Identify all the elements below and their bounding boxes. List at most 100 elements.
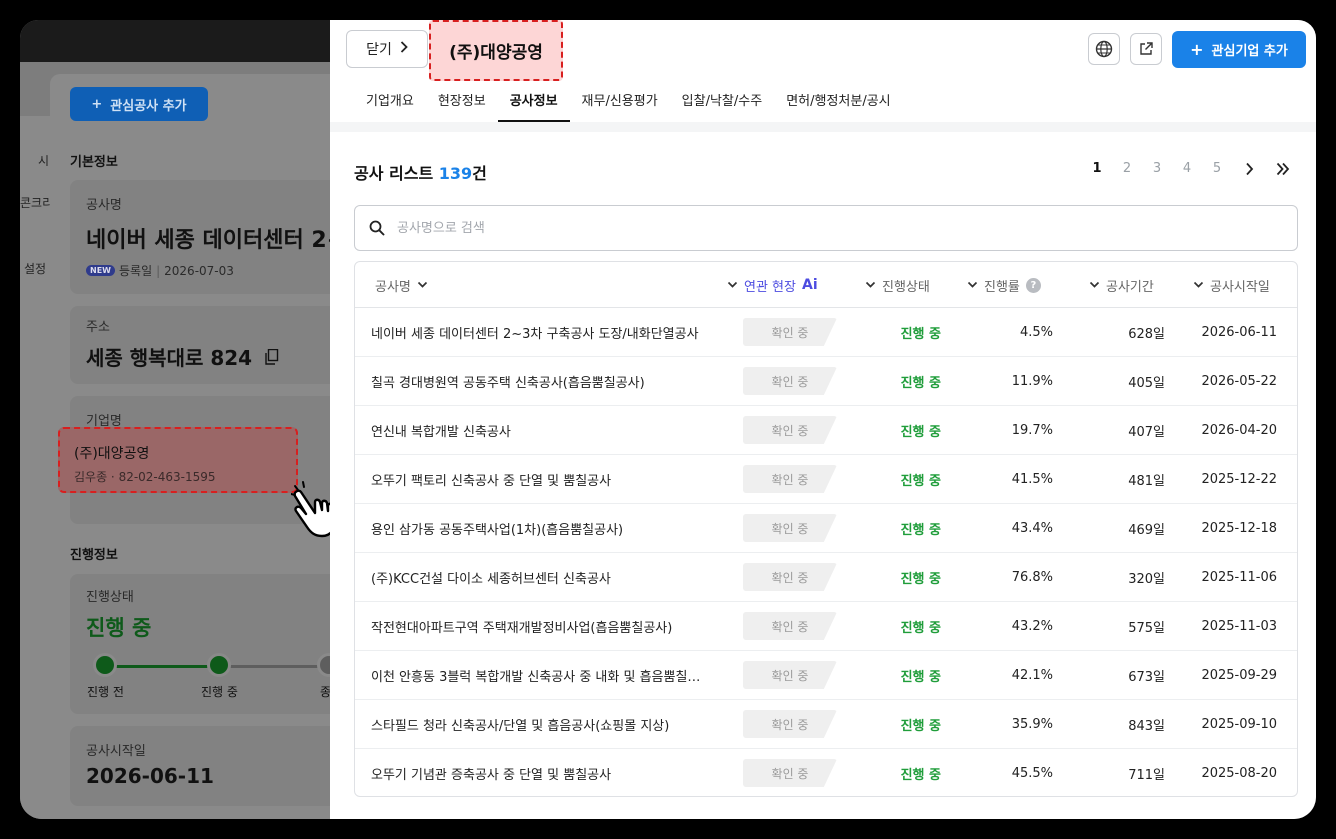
project-name-label: 공사명: [86, 198, 122, 213]
chevron-down-icon: [967, 281, 978, 288]
table-row[interactable]: 네이버 세종 데이터센터 2~3차 구축공사 도장/내화단열공사 확인 중 진행…: [355, 308, 1297, 357]
tab-company-overview[interactable]: 기업개요: [354, 84, 426, 122]
row-project-name[interactable]: 작전현대아파트구역 주택재개발정비사업(흡음뿜칠공사): [371, 602, 701, 650]
table-body: 네이버 세종 데이터센터 2~3차 구축공사 도장/내화단열공사 확인 중 진행…: [355, 308, 1297, 796]
row-project-name[interactable]: 오뚜기 팩토리 신축공사 중 단열 및 뿜칠공사: [371, 455, 701, 503]
page-1[interactable]: 1: [1082, 161, 1112, 176]
project-name-card: 공사명 네이버 세종 데이터센터 2~ NEW 등록일 | 2026-07-03: [70, 180, 345, 294]
chevron-down-icon: [417, 281, 427, 288]
row-status: 진행 중: [900, 326, 941, 342]
external-link-icon: [1140, 42, 1153, 55]
device-frame: 시 콘크리 설정 + 관심공사 추가 기본정보 공사명 네이버 세종 데이터센터…: [0, 0, 1336, 839]
table-row[interactable]: 칠곡 경대병원역 공동주택 신축공사(흡음뿜칠공사) 확인 중 진행 중 11.…: [355, 357, 1297, 406]
step-dot-in-progress: [207, 653, 231, 677]
chevron-down-icon: [865, 281, 876, 288]
website-button[interactable]: [1088, 33, 1120, 65]
row-progress-rate: 11.9%: [1011, 373, 1053, 389]
page-4[interactable]: 4: [1172, 161, 1202, 176]
table-row[interactable]: 스타필드 청라 신축공사/단열 및 흡음공사(쇼핑몰 지상) 확인 중 진행 중…: [355, 700, 1297, 749]
row-start-date: 2026-05-22: [1201, 373, 1277, 389]
row-progress-rate: 43.2%: [1011, 618, 1053, 634]
related-site-chip: 확인 중: [743, 318, 837, 346]
next-page-icon[interactable]: [1232, 162, 1266, 176]
address-label: 주소: [86, 320, 110, 335]
page-5[interactable]: 5: [1202, 161, 1232, 176]
column-project-name[interactable]: 공사명: [375, 262, 428, 308]
related-site-chip: 확인 중: [743, 367, 837, 395]
column-start-date[interactable]: 공사시작일: [1193, 262, 1270, 308]
registered-label: 등록일: [118, 264, 153, 278]
row-project-name[interactable]: (주)KCC건설 다이소 세종허브센터 신축공사: [371, 553, 701, 601]
help-icon[interactable]: ?: [1025, 277, 1041, 293]
company-link-highlight[interactable]: (주)대양공영 김우종 · 82-02-463-1595: [58, 427, 298, 493]
row-project-name[interactable]: 이천 안흥동 3블럭 복합개발 신축공사 중 내화 및 흡음뿜칠공사: [371, 651, 701, 699]
row-project-name[interactable]: 스타필드 청라 신축공사/단열 및 흡음공사(쇼핑몰 지상): [371, 700, 701, 748]
related-site-chip: 확인 중: [743, 612, 837, 640]
page-2[interactable]: 2: [1112, 161, 1142, 176]
open-external-button[interactable]: [1130, 33, 1162, 65]
add-interest-company-button[interactable]: + 관심기업 추가: [1172, 31, 1306, 68]
row-progress-rate: 43.4%: [1011, 520, 1053, 536]
company-title: (주)대양공영: [429, 20, 563, 81]
project-search-input[interactable]: [397, 220, 1197, 236]
row-period: 407일: [1128, 424, 1165, 440]
row-progress-rate: 19.7%: [1011, 422, 1053, 438]
table-row[interactable]: (주)KCC건설 다이소 세종허브센터 신축공사 확인 중 진행 중 76.8%…: [355, 553, 1297, 602]
chevron-down-icon: [1193, 281, 1204, 288]
table-row[interactable]: 작전현대아파트구역 주택재개발정비사업(흡음뿜칠공사) 확인 중 진행 중 43…: [355, 602, 1297, 651]
row-project-name[interactable]: 연신내 복합개발 신축공사: [371, 406, 701, 454]
progress-status-label: 진행상태: [86, 590, 134, 605]
related-site-chip: 확인 중: [743, 710, 837, 738]
tab-site-info[interactable]: 현장정보: [426, 84, 498, 122]
row-status: 진행 중: [900, 669, 941, 685]
plus-icon: +: [91, 96, 103, 112]
tab-bidding[interactable]: 입찰/낙찰/수주: [670, 84, 775, 122]
row-project-name[interactable]: 칠곡 경대병원역 공동주택 신축공사(흡음뿜칠공사): [371, 357, 701, 405]
column-progress-rate[interactable]: 진행률 ?: [967, 262, 1041, 308]
row-progress-rate: 41.5%: [1011, 471, 1053, 487]
row-period: 320일: [1128, 571, 1165, 587]
row-start-date: 2025-09-29: [1201, 667, 1277, 683]
chevron-right-icon: [400, 41, 408, 57]
row-status: 진행 중: [900, 473, 941, 489]
related-site-chip: 확인 중: [743, 563, 837, 591]
table-row[interactable]: 오뚜기 기념관 증축공사 중 단열 및 뿜칠공사 확인 중 진행 중 45.5%…: [355, 749, 1297, 796]
tab-bar: 기업개요 현장정보 공사정보 재무/신용평가 입찰/낙찰/수주 면허/행정처분/…: [354, 84, 903, 122]
row-start-date: 2025-08-20: [1201, 765, 1277, 781]
project-search-box: [354, 205, 1298, 251]
add-interest-project-button[interactable]: + 관심공사 추가: [70, 87, 208, 121]
table-row[interactable]: 용인 삼가동 공동주택사업(1차)(흡음뿜칠공사) 확인 중 진행 중 43.4…: [355, 504, 1297, 553]
start-date-label: 공사시작일: [86, 744, 146, 759]
start-date-value: 2026-06-11: [86, 764, 214, 788]
close-button[interactable]: 닫기: [346, 30, 428, 68]
row-start-date: 2025-12-22: [1201, 471, 1277, 487]
row-period: 575일: [1128, 620, 1165, 636]
table-row[interactable]: 오뚜기 팩토리 신축공사 중 단열 및 뿜칠공사 확인 중 진행 중 41.5%…: [355, 455, 1297, 504]
row-project-name[interactable]: 오뚜기 기념관 증축공사 중 단열 및 뿜칠공사: [371, 749, 701, 796]
table-header: 공사명 연관 현장 Ai 진행상태 진행률 ? 공사기간 공사시작일: [355, 262, 1297, 308]
ai-badge: Ai: [801, 277, 818, 293]
registered-date: 2026-07-03: [164, 263, 234, 278]
tab-license[interactable]: 면허/행정처분/공시: [774, 84, 902, 122]
row-progress-rate: 45.5%: [1011, 765, 1053, 781]
column-status[interactable]: 진행상태: [865, 262, 930, 308]
last-page-icon[interactable]: [1266, 162, 1300, 176]
page-3[interactable]: 3: [1142, 161, 1172, 176]
row-start-date: 2025-12-18: [1201, 520, 1277, 536]
registered-meta: NEW 등록일 | 2026-07-03: [86, 262, 234, 279]
column-related-site[interactable]: 연관 현장 Ai: [727, 262, 818, 308]
row-status: 진행 중: [900, 571, 941, 587]
tab-finance-credit[interactable]: 재무/신용평가: [570, 84, 670, 122]
bg-snippet-1: 시: [38, 154, 50, 168]
step-label-in-progress: 진행 중: [201, 685, 238, 699]
row-project-name[interactable]: 네이버 세종 데이터센터 2~3차 구축공사 도장/내화단열공사: [371, 308, 701, 356]
table-row[interactable]: 이천 안흥동 3블럭 복합개발 신축공사 중 내화 및 흡음뿜칠공사 확인 중 …: [355, 651, 1297, 700]
column-period[interactable]: 공사기간: [1089, 262, 1154, 308]
table-row[interactable]: 연신내 복합개발 신축공사 확인 중 진행 중 19.7% 407일 2026-…: [355, 406, 1297, 455]
progress-status-value: 진행 중: [86, 616, 152, 640]
company-side-sheet: 닫기 (주)대양공영 + 관심기업 추가 기업개요 현장정보 공사정보 재무/신…: [330, 20, 1316, 819]
row-project-name[interactable]: 용인 삼가동 공동주택사업(1차)(흡음뿜칠공사): [371, 504, 701, 552]
new-badge: NEW: [86, 265, 115, 276]
tab-project-info[interactable]: 공사정보: [497, 84, 570, 122]
copy-icon[interactable]: [265, 346, 279, 370]
